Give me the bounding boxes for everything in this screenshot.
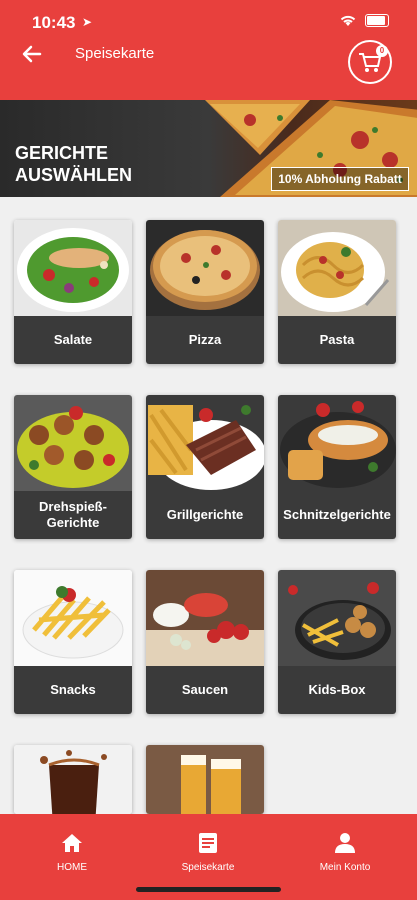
schnitzel-image <box>278 395 396 491</box>
category-label: Snacks <box>14 666 132 714</box>
nav-mein-konto-label: Mein Konto <box>319 862 371 873</box>
category-card-drehspiess[interactable]: Drehspieß- Gerichte <box>14 395 132 539</box>
app-header: 10:43 ➤ Speisekarte 0 <box>0 0 417 100</box>
category-card-salate[interactable]: Salate <box>14 220 132 364</box>
category-label: Saucen <box>146 666 264 714</box>
nav-home-label: HOME <box>57 862 87 873</box>
status-time: 10:43 <box>32 13 76 32</box>
kids-box-image <box>278 570 396 666</box>
category-label: Salate <box>14 316 132 364</box>
battery-icon <box>365 14 389 27</box>
category-card-schnitzelgerichte[interactable]: Schnitzelgerichte <box>278 395 396 539</box>
pizza-image <box>146 220 264 316</box>
nav-home[interactable]: HOME <box>17 832 127 873</box>
category-label: Kids-Box <box>278 666 396 714</box>
status-icons <box>339 14 389 27</box>
discount-badge: 10% Abholung Rabatt <box>271 167 409 191</box>
cart-count-badge: 0 <box>376 45 388 57</box>
kebab-image <box>14 395 132 491</box>
category-card-bier[interactable] <box>146 745 264 814</box>
category-label: Grillgerichte <box>146 491 264 539</box>
drinks-image <box>14 745 132 814</box>
category-card-grillgerichte[interactable]: Grillgerichte <box>146 395 264 539</box>
category-label: Pasta <box>278 316 396 364</box>
back-arrow-icon[interactable] <box>20 42 44 66</box>
nav-mein-konto[interactable]: Mein Konto <box>290 832 400 873</box>
sauces-image <box>146 570 264 666</box>
nav-speisekarte-label: Speisekarte <box>181 862 235 873</box>
banner-title: GERICHTE AUSWÄHLEN <box>15 142 132 186</box>
beer-image <box>146 745 264 814</box>
category-label: Pizza <box>146 316 264 364</box>
banner-title-line2: AUSWÄHLEN <box>15 165 132 185</box>
home-indicator <box>136 887 281 892</box>
category-card-pasta[interactable]: Pasta <box>278 220 396 364</box>
nav-speisekarte[interactable]: Speisekarte <box>153 832 263 873</box>
category-card-getraenke[interactable] <box>14 745 132 814</box>
category-card-kids-box[interactable]: Kids-Box <box>278 570 396 714</box>
snacks-image <box>14 570 132 666</box>
wifi-icon <box>340 15 356 26</box>
menu-icon <box>199 833 217 853</box>
category-label: Drehspieß- Gerichte <box>14 491 132 539</box>
page-title: Speisekarte <box>75 45 155 62</box>
category-card-saucen[interactable]: Saucen <box>146 570 264 714</box>
banner-title-line1: GERICHTE <box>15 143 109 163</box>
salad-image <box>14 220 132 316</box>
location-icon: ➤ <box>82 15 93 29</box>
home-icon <box>62 834 82 852</box>
pasta-image <box>278 220 396 316</box>
category-label: Schnitzelgerichte <box>278 491 396 539</box>
category-card-snacks[interactable]: Snacks <box>14 570 132 714</box>
category-card-pizza[interactable]: Pizza <box>146 220 264 364</box>
grill-image <box>146 395 264 491</box>
user-icon <box>335 833 355 853</box>
